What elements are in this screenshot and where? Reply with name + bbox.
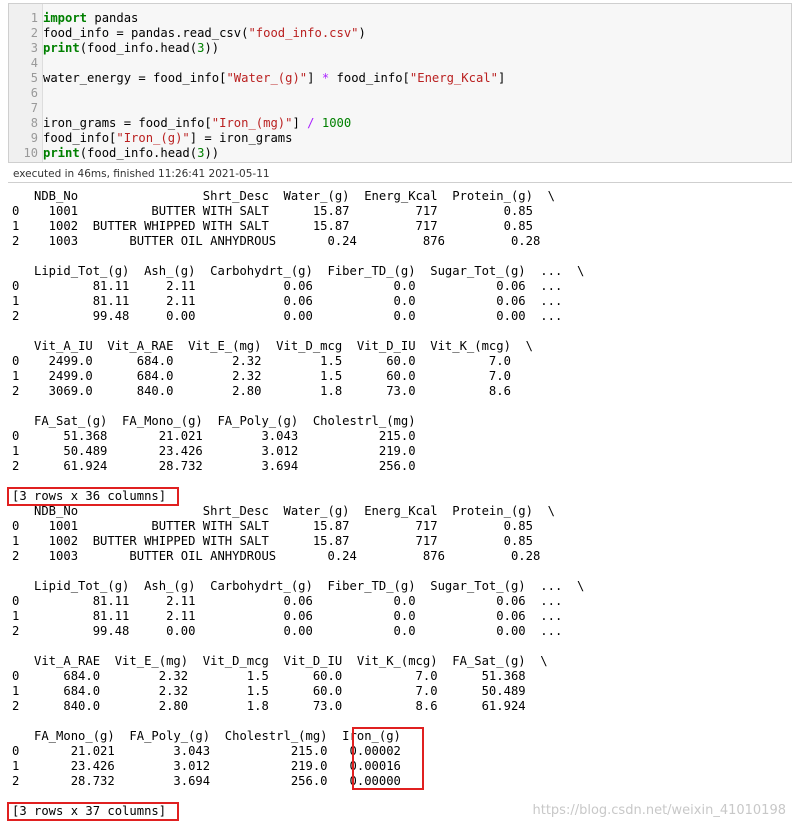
highlight-box-iron-column (352, 727, 424, 790)
output1-block-4: FA_Sat_(g) FA_Mono_(g) FA_Poly_(g) Chole… (12, 414, 416, 473)
output2-block-3: Vit_A_RAE Vit_E_(mg) Vit_D_mcg Vit_D_IU … (12, 654, 548, 713)
output1-block-2: Lipid_Tot_(g) Ash_(g) Carbohydrt_(g) Fib… (12, 264, 585, 323)
code-line: print(food_info.head(3)) (43, 146, 220, 160)
code-line: print(food_info.head(3)) (43, 41, 220, 55)
code-line: import pandas (43, 11, 139, 25)
line-number-gutter: 1 2 3 4 5 6 7 8 9 10 (9, 4, 43, 162)
output2-block-1: NDB_No Shrt_Desc Water_(g) Energ_Kcal Pr… (12, 504, 555, 563)
line-number: 9 (30, 131, 38, 145)
line-number: 1 (30, 11, 38, 25)
line-number: 3 (30, 41, 38, 55)
output2-block-2: Lipid_Tot_(g) Ash_(g) Carbohydrt_(g) Fib… (12, 579, 585, 638)
line-number: 10 (23, 146, 38, 160)
code-line: food_info = pandas.read_csv("food_info.c… (43, 26, 366, 40)
code-line: water_energy = food_info["Water_(g)"] * … (43, 71, 506, 85)
line-number: 5 (30, 71, 38, 85)
line-number: 4 (30, 56, 38, 70)
line-number: 6 (30, 86, 38, 100)
output1-block-3: Vit_A_IU Vit_A_RAE Vit_E_(mg) Vit_D_mcg … (12, 339, 533, 398)
code-line: iron_grams = food_info["Iron_(mg)"] / 10… (43, 116, 352, 130)
line-number: 2 (30, 26, 38, 40)
watermark: https://blog.csdn.net/weixin_41010198 (532, 803, 786, 818)
highlight-box-summary-2 (7, 802, 179, 821)
execution-status: executed in 46ms, finished 11:26:41 2021… (8, 165, 792, 183)
code-cell[interactable]: 1 2 3 4 5 6 7 8 9 10 import pandas food_info = pan… (8, 3, 792, 163)
code-line: food_info["Iron_(g)"] = iron_grams (43, 131, 293, 145)
line-number: 7 (30, 101, 38, 115)
line-number: 8 (30, 116, 38, 130)
output1-block-1: NDB_No Shrt_Desc Water_(g) Energ_Kcal Pr… (12, 189, 555, 248)
